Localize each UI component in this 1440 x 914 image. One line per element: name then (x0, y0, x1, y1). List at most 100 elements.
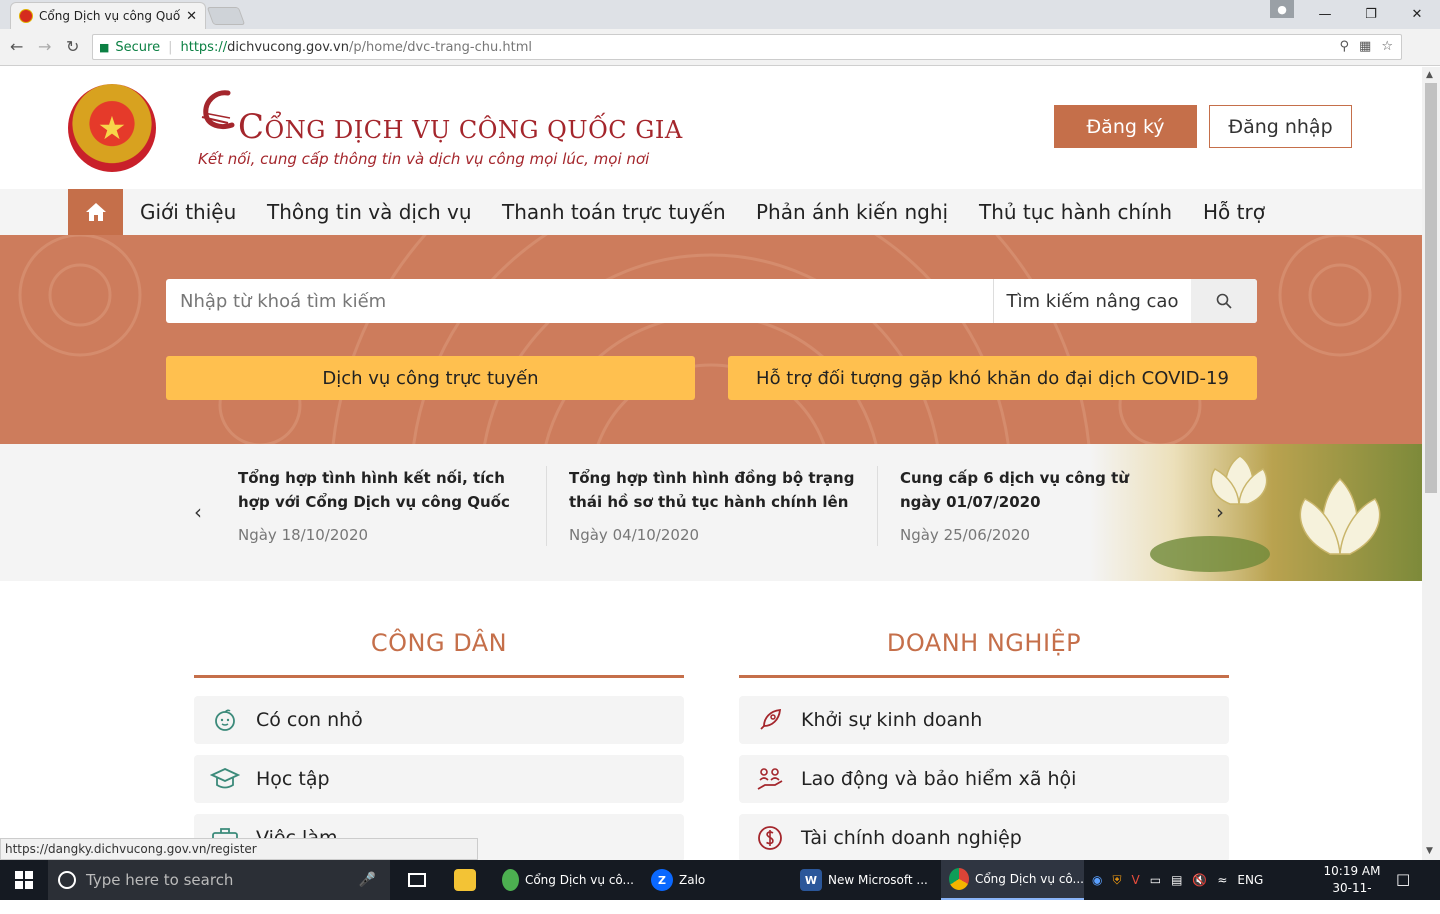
clock-time: 10:19 AM (1323, 864, 1381, 878)
scrollbar-thumb[interactable] (1425, 83, 1437, 493)
dollar-coin-icon (758, 826, 782, 850)
scroll-down-icon[interactable]: ▼ (1426, 846, 1433, 856)
business-item-startup[interactable]: Khởi sự kinh doanh (739, 696, 1229, 744)
cortana-icon (58, 871, 76, 889)
nav-item-introduction[interactable]: Giới thiệu (140, 189, 236, 235)
task-view-button[interactable] (400, 860, 436, 900)
covid-support-button[interactable]: Hỗ trợ đối tượng gặp khó khăn do đại dịc… (728, 356, 1257, 400)
reload-icon[interactable]: ↻ (66, 37, 79, 56)
back-icon[interactable]: ← (10, 37, 23, 56)
new-tab-button[interactable] (206, 7, 246, 25)
word-icon: W (800, 869, 822, 891)
news-title[interactable]: Tổng hợp tình hình đồng bộ trạng thái hồ… (569, 466, 859, 514)
register-button[interactable]: Đăng ký (1054, 105, 1197, 148)
main-nav: Giới thiệu Thông tin và dịch vụ Thanh to… (0, 189, 1422, 235)
online-services-button[interactable]: Dịch vụ công trực tuyến (166, 356, 695, 400)
tab-close-icon[interactable]: ✕ (186, 9, 197, 24)
usb-icon[interactable]: ▭ (1150, 873, 1161, 887)
volume-muted-icon[interactable]: 🔇 (1192, 873, 1207, 887)
graduation-cap-icon (210, 768, 240, 789)
browser-tab[interactable]: Cổng Dịch vụ công Quốc ✕ (10, 2, 206, 29)
citizen-item-education[interactable]: Học tập (194, 755, 684, 803)
profile-icon[interactable]: ● (1270, 0, 1294, 18)
news-item[interactable]: Tổng hợp tình hình kết nối, tích hợp với… (238, 466, 528, 544)
advanced-search-link[interactable]: Tìm kiếm nâng cao (993, 279, 1191, 323)
portal-app-icon (502, 869, 519, 891)
nav-item-admin-procedures[interactable]: Thủ tục hành chính (979, 189, 1172, 235)
news-item[interactable]: Tổng hợp tình hình đồng bộ trạng thái hồ… (569, 466, 859, 544)
taskbar-app-label: Cổng Dịch vụ cô... (974, 872, 1084, 886)
forward-icon[interactable]: → (38, 37, 51, 56)
login-button[interactable]: Đăng nhập (1209, 105, 1352, 148)
taskbar-clock[interactable]: 10:19 AM 30-11-2020 (1318, 863, 1386, 914)
taskbar-app-word[interactable]: W New Microsoft ... (792, 860, 932, 900)
zoom-icon[interactable]: ⚲ (1340, 39, 1350, 54)
link-status-bar: https://dangky.dichvucong.gov.vn/registe… (0, 838, 478, 860)
url-path: /p/home/dvc-trang-chu.html (348, 39, 532, 55)
news-divider (546, 466, 547, 546)
bookmark-star-icon[interactable]: ☆ (1381, 39, 1393, 54)
national-emblem-logo[interactable]: ★ (68, 84, 156, 172)
business-item-finance[interactable]: Tài chính doanh nghiệp (739, 814, 1229, 860)
network-icon[interactable]: ▤ (1171, 873, 1182, 887)
taskbar-search[interactable]: Type here to search 🎤 (48, 860, 390, 900)
close-window-icon[interactable]: ✕ (1394, 0, 1440, 29)
zalo-icon: Z (651, 869, 673, 891)
browser-toolbar: ← → ↻ ■ Secure | https:// dichvucong.gov… (0, 29, 1440, 85)
taskbar-app-chrome[interactable]: Cổng Dịch vụ cô... (941, 860, 1084, 900)
home-button[interactable] (68, 189, 123, 235)
citizen-item-small-child[interactable]: Có con nhỏ (194, 696, 684, 744)
zalo-tray-icon[interactable]: ◉ (1092, 873, 1102, 887)
business-item-label: Khởi sự kinh doanh (801, 709, 983, 731)
carousel-next-icon[interactable]: › (1216, 500, 1224, 524)
site-tagline: Kết nối, cung cấp thông tin và dịch vụ c… (198, 150, 650, 168)
omnibox-separator: | (168, 39, 173, 55)
business-heading: DOANH NGHIỆP (886, 629, 1082, 657)
search-button[interactable] (1191, 279, 1257, 323)
wifi-off-icon[interactable]: ≈ (1217, 873, 1227, 887)
clock-date: 30-11-2020 (1332, 881, 1372, 912)
minimize-icon[interactable]: — (1302, 0, 1348, 29)
folder-icon (454, 869, 476, 891)
news-date: Ngày 04/10/2020 (569, 526, 700, 544)
news-title[interactable]: Cung cấp 6 dịch vụ công từ ngày 01/07/20… (900, 466, 1150, 514)
search-input[interactable] (166, 279, 993, 323)
notification-icon[interactable]: □ (1396, 870, 1410, 888)
news-date: Ngày 18/10/2020 (238, 526, 369, 544)
rocket-icon (760, 708, 782, 730)
taskbar-search-placeholder: Type here to search (86, 871, 234, 889)
news-carousel: ‹ Tổng hợp tình hình kết nối, tích hợp v… (0, 444, 1422, 581)
business-item-labor-insurance[interactable]: Lao động và bảo hiểm xã hội (739, 755, 1229, 803)
window-controls: — ❐ ✕ (1302, 0, 1440, 29)
nav-item-support[interactable]: Hỗ trợ (1203, 189, 1265, 235)
start-button[interactable] (0, 860, 48, 900)
scroll-up-icon[interactable]: ▲ (1426, 70, 1433, 80)
news-item[interactable]: Cung cấp 6 dịch vụ công từ ngày 01/07/20… (900, 466, 1150, 544)
home-icon (85, 203, 106, 221)
microphone-icon[interactable]: 🎤 (359, 872, 376, 888)
shield-icon[interactable]: ⛨ (1112, 873, 1121, 888)
system-tray: ◉ ⛨ V ▭ ▤ 🔇 ≈ ENG (1092, 860, 1263, 900)
tab-title: Cổng Dịch vụ công Quốc (39, 9, 181, 23)
input-language[interactable]: ENG (1237, 873, 1263, 887)
nav-item-info-services[interactable]: Thông tin và dịch vụ (267, 189, 472, 235)
browser-tab-strip: Cổng Dịch vụ công Quốc ✕ ● — ❐ ✕ (0, 0, 1440, 29)
translate-icon[interactable]: ▦ (1359, 39, 1371, 54)
nav-item-online-payment[interactable]: Thanh toán trực tuyến (502, 189, 726, 235)
maximize-icon[interactable]: ❐ (1348, 0, 1394, 29)
drum-pattern-background (18, 235, 1402, 444)
taskbar-app-edge-portal[interactable]: Cổng Dịch vụ cô... (494, 860, 634, 900)
taskbar-app-label: Zalo (679, 873, 706, 887)
file-explorer-button[interactable] (446, 860, 484, 900)
url-host: dichvucong.gov.vn (227, 39, 349, 55)
carousel-prev-icon[interactable]: ‹ (194, 500, 202, 524)
search-icon (1216, 293, 1232, 309)
nav-item-feedback[interactable]: Phản ánh kiến nghị (756, 189, 948, 235)
address-bar[interactable]: ■ Secure | https:// dichvucong.gov.vn /p… (92, 34, 1402, 60)
taskbar-app-zalo[interactable]: Z Zalo (643, 860, 783, 900)
citizen-heading: CÔNG DÂN (370, 629, 508, 657)
favicon-emblem-icon (19, 9, 33, 23)
page-scrollbar[interactable]: ▲ ▼ (1422, 67, 1440, 860)
news-title[interactable]: Tổng hợp tình hình kết nối, tích hợp với… (238, 466, 528, 514)
antivirus-icon[interactable]: V (1132, 873, 1140, 887)
